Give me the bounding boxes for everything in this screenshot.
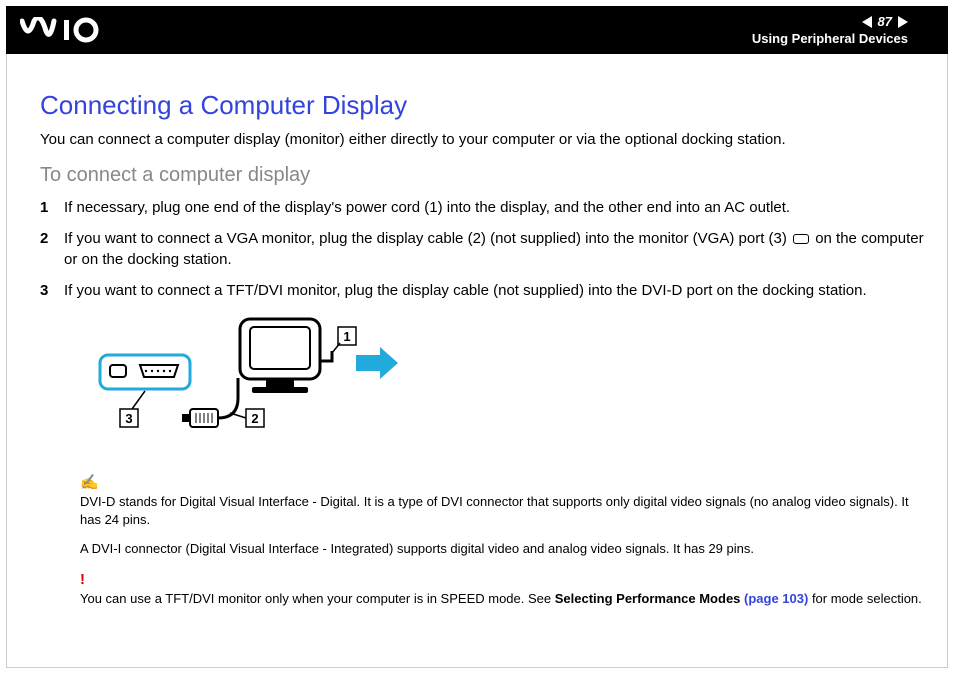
note-text-1: DVI-D stands for Digital Visual Interfac… [80, 494, 909, 527]
vga-port-icon [793, 234, 809, 244]
label-2: 2 [251, 411, 258, 426]
note-block: ✍ DVI-D stands for Digital Visual Interf… [80, 473, 924, 608]
note-icon: ✍ [80, 474, 99, 491]
step-text: If necessary, plug one end of the displa… [64, 197, 790, 218]
page-nav: 87 [862, 14, 908, 29]
content-area: Connecting a Computer Display You can co… [40, 90, 924, 620]
sub-title: To connect a computer display [40, 164, 924, 187]
page-number: 87 [878, 14, 892, 29]
prev-page-arrow-icon[interactable] [862, 16, 872, 28]
label-1: 1 [343, 329, 350, 344]
step-number: 1 [40, 197, 64, 218]
note-text-2: A DVI-I connector (Digital Visual Interf… [80, 541, 754, 556]
warn-pre: You can use a TFT/DVI monitor only when … [80, 591, 555, 606]
step-item: 1 If necessary, plug one end of the disp… [40, 197, 924, 218]
step-number: 2 [40, 228, 64, 270]
steps-list: 1 If necessary, plug one end of the disp… [40, 197, 924, 301]
step-number: 3 [40, 280, 64, 301]
section-title: Connecting a Computer Display [40, 90, 924, 121]
next-page-arrow-icon[interactable] [898, 16, 908, 28]
warn-bold: Selecting Performance Modes [555, 591, 744, 606]
step-text-pre: If you want to connect a VGA monitor, pl… [64, 230, 791, 247]
header-right: 87 Using Peripheral Devices [752, 14, 908, 46]
header-bar: 87 Using Peripheral Devices [6, 6, 948, 54]
page-link[interactable]: (page 103) [744, 591, 808, 606]
intro-text: You can connect a computer display (moni… [40, 131, 924, 148]
vaio-logo [20, 17, 116, 43]
breadcrumb[interactable]: Using Peripheral Devices [752, 31, 908, 46]
warning-text: You can use a TFT/DVI monitor only when … [80, 591, 922, 606]
step-item: 2 If you want to connect a VGA monitor, … [40, 228, 924, 270]
step-text: If you want to connect a TFT/DVI monitor… [64, 280, 867, 301]
warn-post: for mode selection. [808, 591, 921, 606]
warning-icon: ! [80, 571, 85, 588]
step-item: 3 If you want to connect a TFT/DVI monit… [40, 280, 924, 301]
label-3: 3 [125, 411, 132, 426]
connection-diagram: 3 2 [80, 313, 400, 463]
step-text: If you want to connect a VGA monitor, pl… [64, 228, 924, 270]
